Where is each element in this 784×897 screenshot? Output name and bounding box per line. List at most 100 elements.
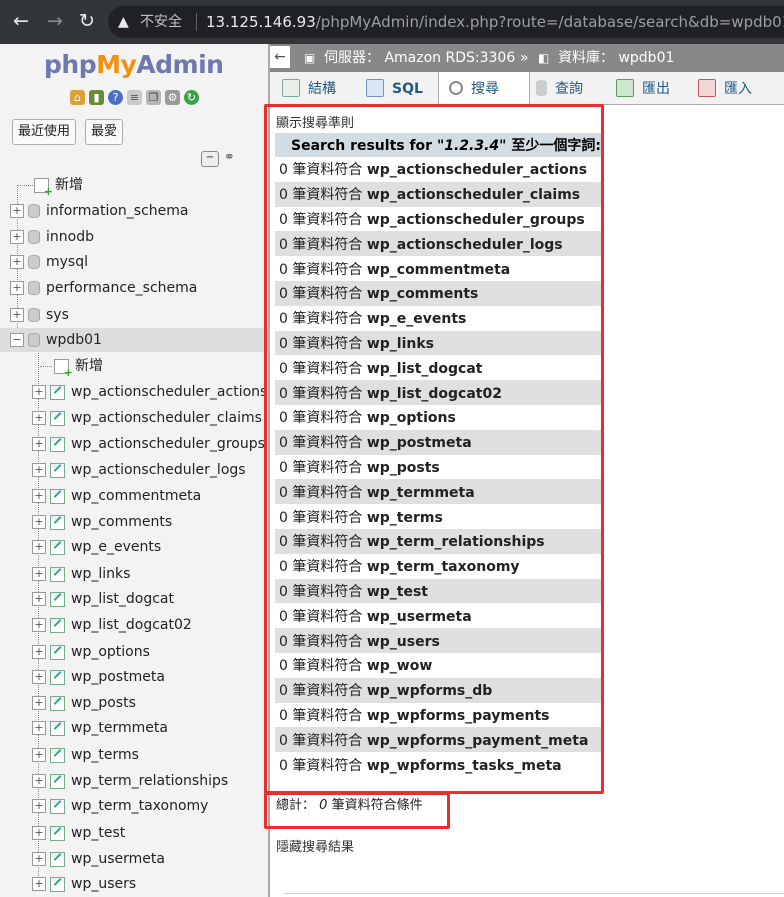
expand-icon[interactable]: +	[32, 645, 46, 659]
tree-table-label: wp_actionscheduler_logs	[71, 462, 246, 478]
insecure-label[interactable]: 不安全	[140, 6, 182, 38]
expand-icon[interactable]: +	[32, 748, 46, 762]
tree-table-item[interactable]: + wp_actionscheduler_actions	[32, 380, 267, 404]
tree-table-item[interactable]: + wp_users	[32, 872, 136, 896]
tree-db-performance-schema[interactable]: + performance_schema	[10, 276, 197, 300]
recent-tab[interactable]: 最近使用	[12, 119, 77, 145]
table-icon	[50, 773, 65, 789]
tree-table-label: wp_actionscheduler_groups	[71, 436, 265, 452]
tree-table-item[interactable]: + wp_terms	[32, 743, 139, 767]
back-arrow-icon[interactable]: ←	[8, 8, 34, 34]
expand-icon[interactable]: +	[10, 281, 24, 295]
tree-table-label: wp_users	[71, 876, 137, 892]
expand-icon[interactable]: +	[32, 540, 46, 554]
tab-label: 匯出	[642, 81, 670, 97]
tree-table-item[interactable]: + wp_usermeta	[32, 847, 165, 871]
expand-icon[interactable]: +	[32, 515, 46, 529]
expand-icon[interactable]: +	[32, 670, 46, 684]
expand-icon[interactable]: +	[32, 411, 46, 425]
table-icon	[50, 825, 65, 841]
expand-icon[interactable]: +	[32, 774, 46, 788]
tree-table-item[interactable]: + wp_comments	[32, 510, 172, 534]
tree-db-wpdb01[interactable]: − wpdb01	[0, 328, 268, 352]
tree-db-mysql[interactable]: + mysql	[10, 250, 88, 274]
tree-table-item[interactable]: + wp_actionscheduler_claims	[32, 406, 262, 430]
expand-icon[interactable]: +	[32, 385, 46, 399]
reload-icon[interactable]: ↻	[74, 8, 100, 34]
home-icon[interactable]: ⌂	[70, 90, 85, 105]
logo-my: My	[96, 50, 137, 79]
expand-icon[interactable]: +	[10, 308, 24, 322]
collapse-icon[interactable]: −	[10, 333, 24, 347]
tree-table-item[interactable]: + wp_options	[32, 640, 150, 664]
tree-table-item[interactable]: + wp_links	[32, 562, 130, 586]
tree-table-item[interactable]: + wp_posts	[32, 691, 136, 715]
warning-icon[interactable]: ▲	[118, 6, 129, 38]
expand-icon[interactable]: +	[32, 696, 46, 710]
favorites-tab[interactable]: 最愛	[85, 119, 124, 145]
logout-icon[interactable]: ▮	[89, 90, 104, 105]
tree-table-item[interactable]: + wp_term_relationships	[32, 769, 228, 793]
expand-icon[interactable]: +	[10, 230, 24, 244]
expand-icon[interactable]: +	[32, 826, 46, 840]
expand-icon[interactable]: +	[32, 592, 46, 606]
expand-icon[interactable]: +	[32, 618, 46, 632]
tab-import[interactable]: 匯入	[688, 72, 778, 104]
database-icon	[28, 204, 40, 218]
tree-table-item[interactable]: + wp_term_taxonomy	[32, 794, 208, 818]
collapse-all-icon[interactable]: −	[201, 151, 219, 167]
expand-icon[interactable]: +	[32, 463, 46, 477]
phpmyadmin-logo[interactable]: phpMyAdmin	[44, 50, 224, 79]
collapse-sidebar-icon[interactable]: ←	[270, 46, 290, 68]
tree-table-item[interactable]: + wp_postmeta	[32, 665, 165, 689]
table-icon	[50, 462, 65, 478]
expand-icon[interactable]: +	[32, 437, 46, 451]
expand-icon[interactable]: +	[10, 204, 24, 218]
link-with-main-icon[interactable]: ⚭	[224, 150, 235, 165]
tree-db-information-schema[interactable]: + information_schema	[10, 199, 189, 223]
copy-icon[interactable]: ❐	[146, 90, 161, 105]
expand-icon[interactable]: +	[32, 721, 46, 735]
expand-icon[interactable]: +	[10, 255, 24, 269]
table-icon	[50, 720, 65, 736]
tree-table-label: wp_list_dogcat02	[71, 617, 192, 633]
tree-new-table[interactable]: 新增	[54, 354, 103, 378]
table-icon	[50, 514, 65, 530]
address-bar[interactable]: ▲ 不安全 13.125.146.93/phpMyAdmin/index.php…	[108, 6, 784, 38]
help-icon[interactable]: ?	[108, 90, 123, 105]
tab-search[interactable]: 搜尋	[438, 72, 530, 104]
tab-label: 匯入	[724, 81, 752, 97]
breadcrumb-server[interactable]: 伺服器： Amazon RDS:3306	[324, 44, 515, 72]
tab-query[interactable]: 查詢	[526, 72, 610, 104]
expand-icon[interactable]: +	[32, 852, 46, 866]
table-icon	[50, 747, 65, 763]
expand-icon[interactable]: +	[32, 799, 46, 813]
tree-table-item[interactable]: + wp_commentmeta	[32, 484, 201, 508]
tab-export[interactable]: 匯出	[606, 72, 694, 104]
expand-icon[interactable]: +	[32, 877, 46, 891]
expand-icon[interactable]: +	[32, 567, 46, 581]
tree-table-label: wp_term_relationships	[71, 773, 229, 789]
tree-table-item[interactable]: + wp_actionscheduler_groups	[32, 432, 265, 456]
tree-table-item[interactable]: + wp_test	[32, 821, 125, 845]
tree-table-item[interactable]: + wp_list_dogcat02	[32, 613, 192, 637]
hide-search-results-link[interactable]: 隱藏搜尋結果	[276, 836, 354, 855]
reload-nav-icon[interactable]: ↻	[184, 90, 199, 105]
tree-db-innodb[interactable]: + innodb	[10, 225, 94, 249]
url-text[interactable]: 13.125.146.93/phpMyAdmin/index.php?route…	[206, 6, 784, 38]
expand-icon[interactable]: +	[32, 489, 46, 503]
tab-sql[interactable]: SQL	[356, 72, 440, 104]
tree-new-database[interactable]: 新增	[34, 173, 83, 197]
tree-line	[17, 185, 33, 186]
tree-table-item[interactable]: + wp_e_events	[32, 535, 161, 559]
tree-db-label: performance_schema	[46, 280, 198, 296]
tree-table-item[interactable]: + wp_list_dogcat	[32, 587, 174, 611]
docs-icon[interactable]: ≡	[127, 90, 142, 105]
tree-db-sys[interactable]: + sys	[10, 303, 69, 327]
gear-icon[interactable]: ⚙	[165, 90, 180, 105]
tree-table-item[interactable]: + wp_termmeta	[32, 716, 168, 740]
forward-arrow-icon[interactable]: →	[42, 8, 68, 34]
breadcrumb-database[interactable]: 資料庫： wpdb01	[558, 44, 674, 72]
tree-table-item[interactable]: + wp_actionscheduler_logs	[32, 458, 246, 482]
tab-structure[interactable]: 結構	[272, 72, 358, 104]
